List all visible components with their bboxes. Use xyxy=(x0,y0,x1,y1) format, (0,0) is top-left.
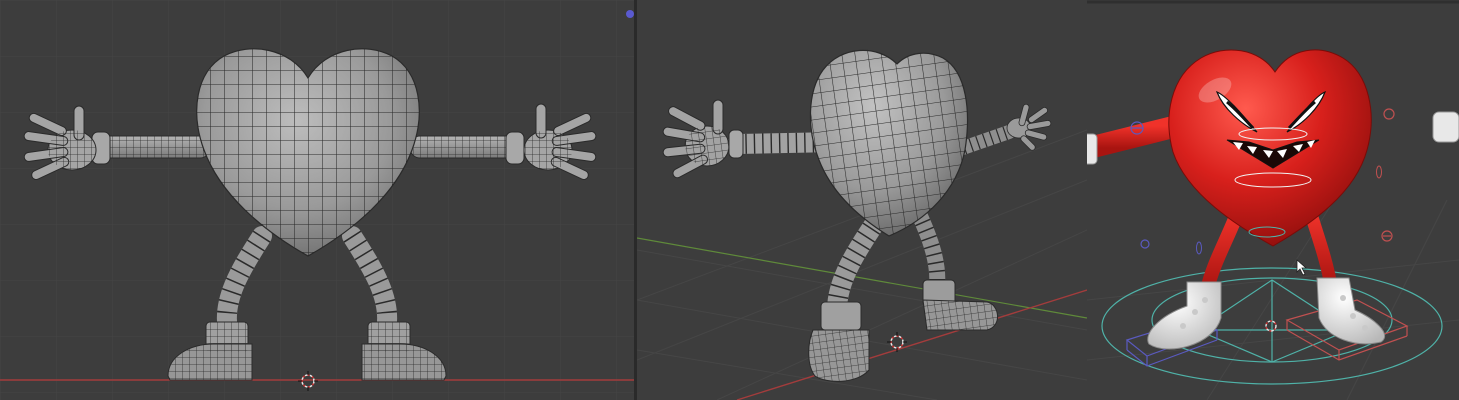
gizmo-dot-icon xyxy=(626,10,634,18)
viewport-perspective[interactable] xyxy=(637,0,1087,400)
perspective-view-canvas[interactable] xyxy=(637,0,1087,400)
front-view-canvas[interactable] xyxy=(0,0,634,400)
viewport-strip xyxy=(0,0,1459,400)
textured-view-canvas[interactable] xyxy=(1087,0,1459,400)
viewport-textured[interactable] xyxy=(1087,0,1459,400)
viewport-front[interactable] xyxy=(0,0,634,400)
